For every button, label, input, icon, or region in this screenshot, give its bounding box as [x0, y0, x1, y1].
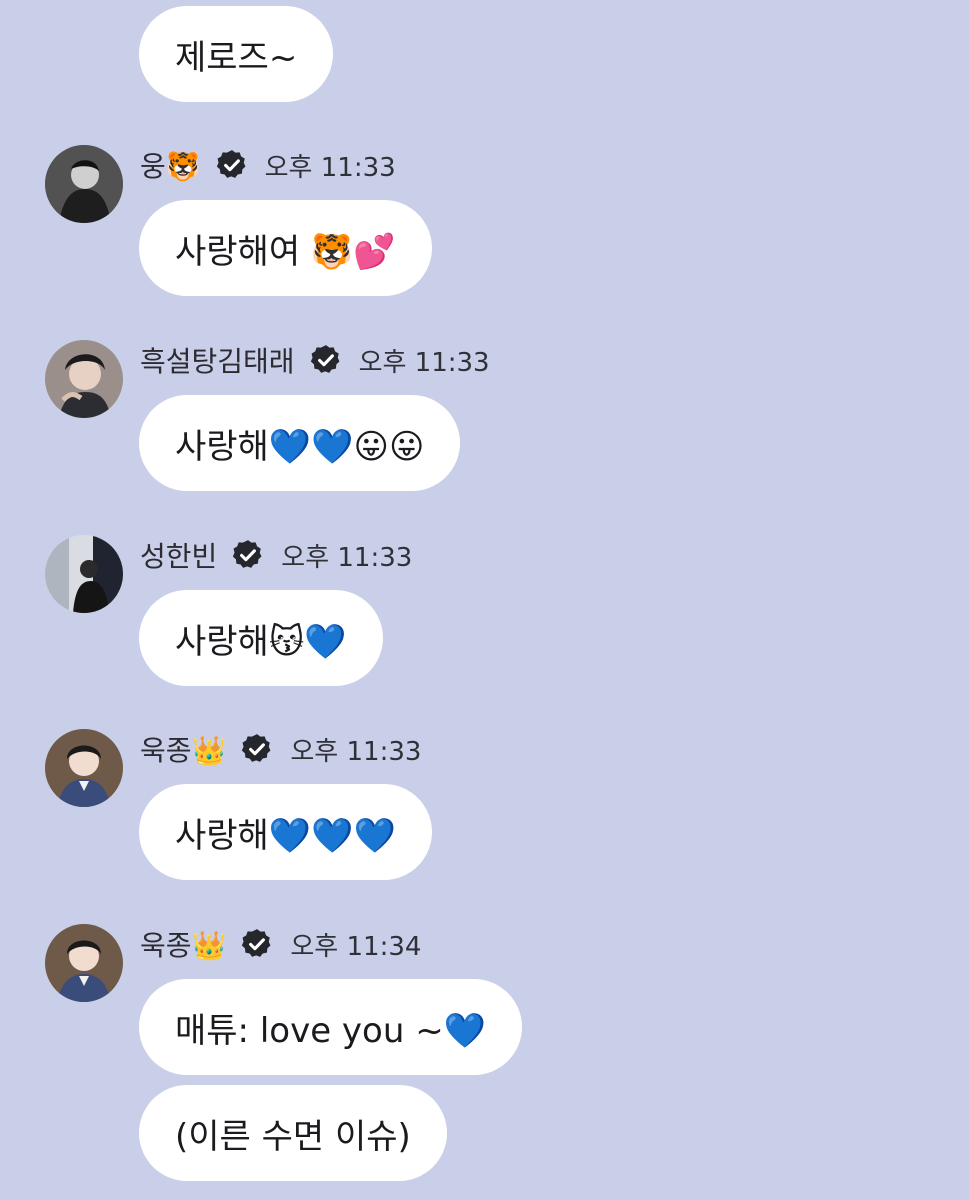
- message-time: 오후 11:33: [264, 152, 396, 183]
- message-time: 오후 11:34: [290, 931, 422, 962]
- verified-badge-icon: [242, 929, 271, 957]
- avatar-image: [45, 340, 123, 418]
- message-text: 제로즈~: [175, 37, 298, 78]
- sender-name[interactable]: 성한빈: [140, 535, 217, 575]
- message-header: 성한빈 오후 11:33: [140, 535, 412, 575]
- message-text: (이른 수면 이슈): [175, 1116, 411, 1157]
- avatar[interactable]: [45, 729, 123, 807]
- message-time: 오후 11:33: [290, 736, 422, 767]
- message-text: 사랑해💙💙😛😛: [175, 426, 425, 467]
- sender-name[interactable]: 욱종👑: [140, 729, 226, 769]
- message-bubble[interactable]: 사랑해여 🐯💕: [139, 200, 432, 296]
- verified-badge-icon: [310, 345, 340, 373]
- message-header: 흑설탕김태래 오후 11:33: [140, 340, 490, 380]
- avatar-image: [45, 729, 123, 807]
- message-text: 사랑해😽💙: [175, 621, 347, 662]
- message-header: 욱종👑 오후 11:33: [140, 729, 421, 769]
- avatar-image: [45, 924, 123, 1002]
- avatar[interactable]: [45, 145, 123, 223]
- verified-badge-icon: [242, 734, 271, 762]
- sender-name[interactable]: 욱종👑: [140, 924, 226, 964]
- message-bubble[interactable]: 사랑해😽💙: [139, 590, 383, 686]
- message-text: 매튜: love you ~💙: [175, 1010, 487, 1051]
- avatar-image: [45, 535, 123, 613]
- message-header: 욱종👑 오후 11:34: [140, 924, 421, 964]
- avatar-image: [45, 145, 123, 223]
- message-bubble[interactable]: 매튜: love you ~💙: [139, 979, 523, 1075]
- message-bubble[interactable]: (이른 수면 이슈): [139, 1085, 447, 1181]
- message-bubble[interactable]: 사랑해💙💙😛😛: [139, 395, 461, 491]
- message-time: 오후 11:33: [281, 542, 413, 573]
- avatar[interactable]: [45, 340, 123, 418]
- sender-name[interactable]: 웅🐯: [140, 145, 201, 185]
- message-bubble[interactable]: 제로즈~: [139, 6, 334, 102]
- avatar[interactable]: [45, 535, 123, 613]
- message-text: 사랑해💙💙💙: [175, 815, 396, 856]
- verified-badge-icon: [216, 150, 246, 178]
- verified-badge-icon: [233, 540, 262, 568]
- message-bubble[interactable]: 사랑해💙💙💙: [139, 784, 432, 880]
- message-text: 사랑해여 🐯💕: [175, 231, 396, 272]
- sender-name[interactable]: 흑설탕김태래: [140, 340, 295, 380]
- message-header: 웅🐯 오후 11:33: [140, 145, 396, 185]
- avatar[interactable]: [45, 924, 123, 1002]
- message-time: 오후 11:33: [358, 347, 490, 378]
